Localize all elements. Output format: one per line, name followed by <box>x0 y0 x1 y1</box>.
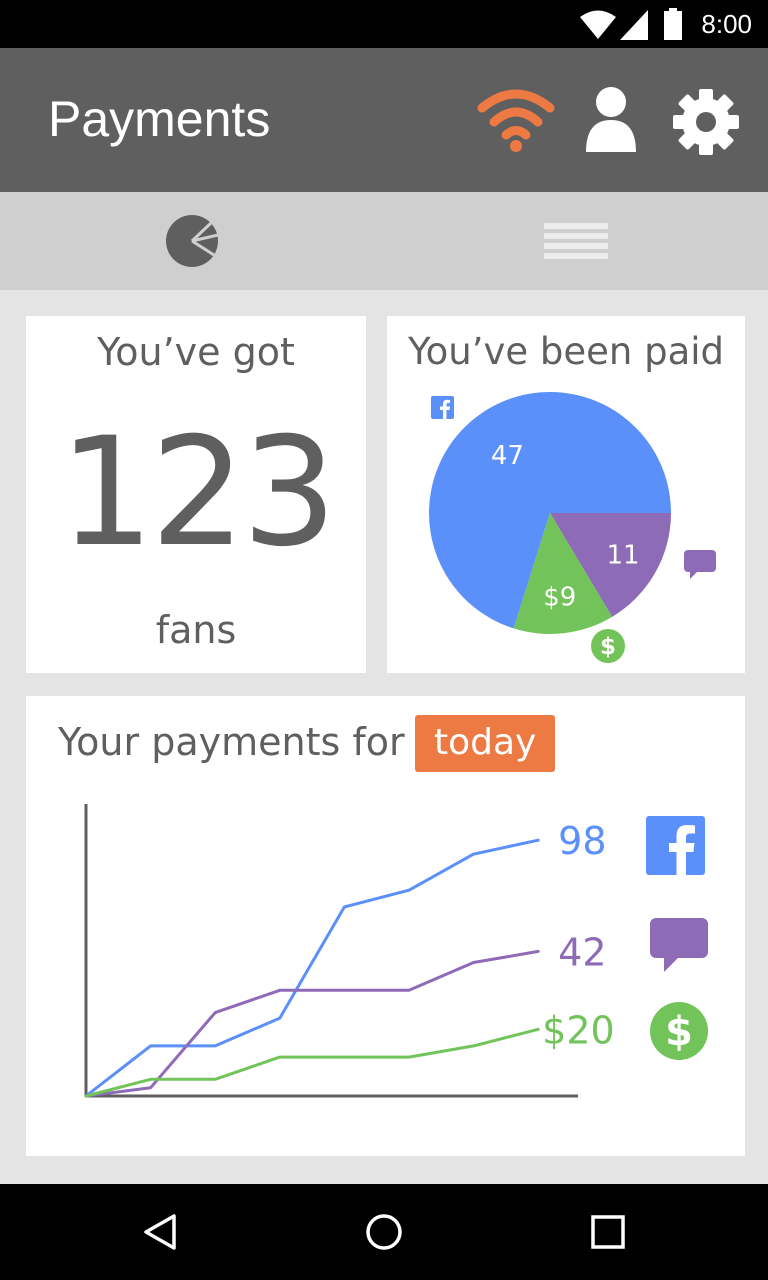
tab-list[interactable] <box>384 192 768 290</box>
tab-overview[interactable] <box>0 192 384 290</box>
paid-card: You’ve been paid 47 11 $9 $ <box>387 316 745 673</box>
app-bar: Payments <box>0 48 768 192</box>
list-icon <box>544 223 608 259</box>
wifi-status-icon <box>580 10 616 39</box>
wifi-icon[interactable] <box>474 86 558 152</box>
series-line <box>84 949 540 1098</box>
user-icon[interactable] <box>584 86 638 154</box>
facebook-icon <box>431 396 454 419</box>
gear-icon[interactable] <box>672 88 740 156</box>
fans-card: You’ve got 123 fans <box>26 316 366 673</box>
pie-slice-label: 11 <box>607 540 640 570</box>
page-title: Payments <box>48 91 271 147</box>
dollar-icon: $ <box>650 1002 708 1060</box>
fans-unit: fans <box>155 608 237 652</box>
message-icon <box>684 550 716 579</box>
message-icon <box>650 918 708 972</box>
series-end-label: $20 <box>542 1008 615 1052</box>
svg-text:$: $ <box>600 634 616 660</box>
battery-icon <box>664 8 682 40</box>
fans-heading: You’ve got <box>97 330 295 374</box>
home-button[interactable] <box>354 1202 414 1262</box>
back-icon <box>144 1214 176 1250</box>
facebook-icon <box>646 816 705 875</box>
fans-count: 123 <box>58 406 337 580</box>
payments-pie-chart: 47 11 $9 <box>429 392 671 634</box>
signal-icon <box>620 10 648 40</box>
pie-slice-label: $9 <box>543 582 576 612</box>
payments-chart-card: Your payments for today 98 42 $20 $ <box>26 696 745 1156</box>
pie-slice-label: 47 <box>491 441 524 471</box>
recents-icon <box>591 1215 625 1249</box>
series-end-label: 98 <box>558 819 606 863</box>
pie-chart-icon <box>166 215 219 267</box>
recents-button[interactable] <box>578 1202 638 1262</box>
series-end-label: 42 <box>558 930 606 974</box>
home-icon <box>366 1214 402 1250</box>
dollar-icon: $ <box>591 629 625 663</box>
clock: 8:00 <box>701 9 752 39</box>
navigation-bar <box>0 1184 768 1280</box>
tab-bar <box>0 192 768 290</box>
svg-text:$: $ <box>665 1009 693 1055</box>
back-button[interactable] <box>130 1202 190 1262</box>
status-bar: 8:00 <box>0 0 768 48</box>
payments-line-chart: 98 42 $20 <box>84 804 615 1098</box>
